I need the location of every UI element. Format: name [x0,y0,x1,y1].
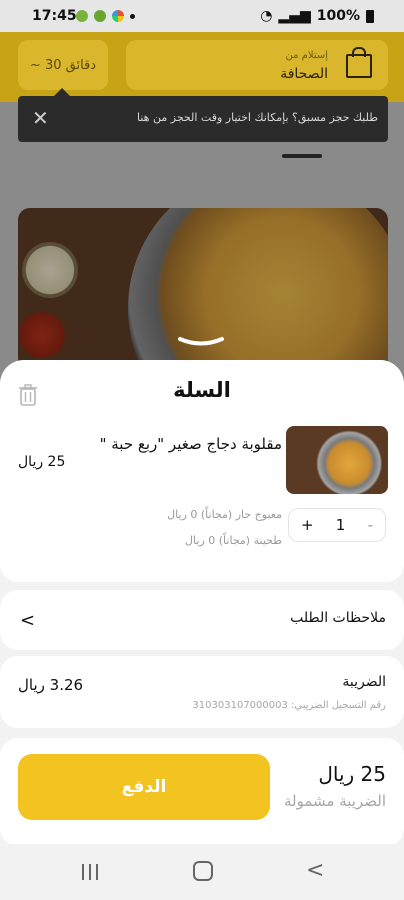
chevron-left-icon: < [20,610,36,631]
decrease-button[interactable]: - [368,516,373,534]
recent-apps-icon[interactable] [82,864,100,880]
quantity-value: 1 [335,516,346,534]
tax-label: الضريبة [342,674,386,690]
tab-indicator [282,154,322,158]
cart-item-card: السلة مقلوبة دجاج صغير "ربع حبة " 25 ريا… [0,360,404,582]
status-bar: 17:45 ◔ ▂▄▆ 100% [0,0,404,32]
increase-button[interactable]: + [301,516,314,534]
battery-icon [366,9,374,23]
dot-icon [130,14,135,19]
item-addon: طحينة (مجاناً) 0 ريال [185,534,282,547]
app-icon [112,10,124,22]
pay-button[interactable]: الدفع [18,754,270,820]
cart-sheet: السلة مقلوبة دجاج صغير "ربع حبة " 25 ريا… [0,360,404,900]
item-name: مقلوبة دجاج صغير "ربع حبة " [99,435,282,453]
back-icon[interactable]: < [306,858,324,883]
preorder-tooltip: ✕ طلبك حجز مسبق؟ بإمكانك اختيار وقت الحج… [18,88,388,142]
order-total: 25 ريال [318,762,386,786]
quantity-stepper: + 1 - [288,508,386,542]
close-icon[interactable]: ✕ [32,108,49,128]
status-app-icons [76,10,135,22]
tooltip-message: طلبك حجز مسبق؟ بإمكانك اختيار وقت الحجز … [137,111,378,124]
home-icon[interactable] [193,861,213,881]
time-estimate: ~ 30 دقائق [29,57,97,73]
item-price: 25 ريال [18,454,66,470]
battery-percent: 100% [316,8,360,24]
vat-number: رقم التسجيل الضريبي: 310303107000003 [192,700,386,711]
time-estimate-pill[interactable]: ~ 30 دقائق [18,40,108,90]
signal-icon: ▂▄▆ [278,8,311,24]
cart-title: السلة [173,378,231,402]
system-nav-bar: < [0,844,404,900]
status-right: ◔ ▂▄▆ 100% [260,8,374,24]
item-thumbnail [286,426,388,494]
item-addon: معبوج حار (مجاناً) 0 ريال [167,508,282,521]
pickup-label: إستلام من [285,50,328,61]
tooltip-arrow [54,88,70,96]
wifi-icon: ◔ [260,8,273,24]
status-time: 17:45 [32,8,77,24]
android-icon [76,10,88,22]
bag-icon [346,47,372,78]
android-icon [94,10,106,22]
tax-card: الضريبة رقم التسجيل الضريبي: 31030310700… [0,656,404,728]
chevron-down-icon[interactable] [176,336,226,348]
tax-value: 3.26 ريال [18,676,84,694]
pickup-selector[interactable]: إستلام من الصحافة [126,40,388,90]
pickup-branch: الصحافة [280,66,328,82]
tax-included-note: الضريبة مشمولة [284,792,386,810]
order-notes-row[interactable]: ملاحظات الطلب < [0,590,404,650]
checkout-card: الدفع 25 ريال الضريبة مشمولة [0,738,404,846]
order-notes-label: ملاحظات الطلب [290,610,386,626]
